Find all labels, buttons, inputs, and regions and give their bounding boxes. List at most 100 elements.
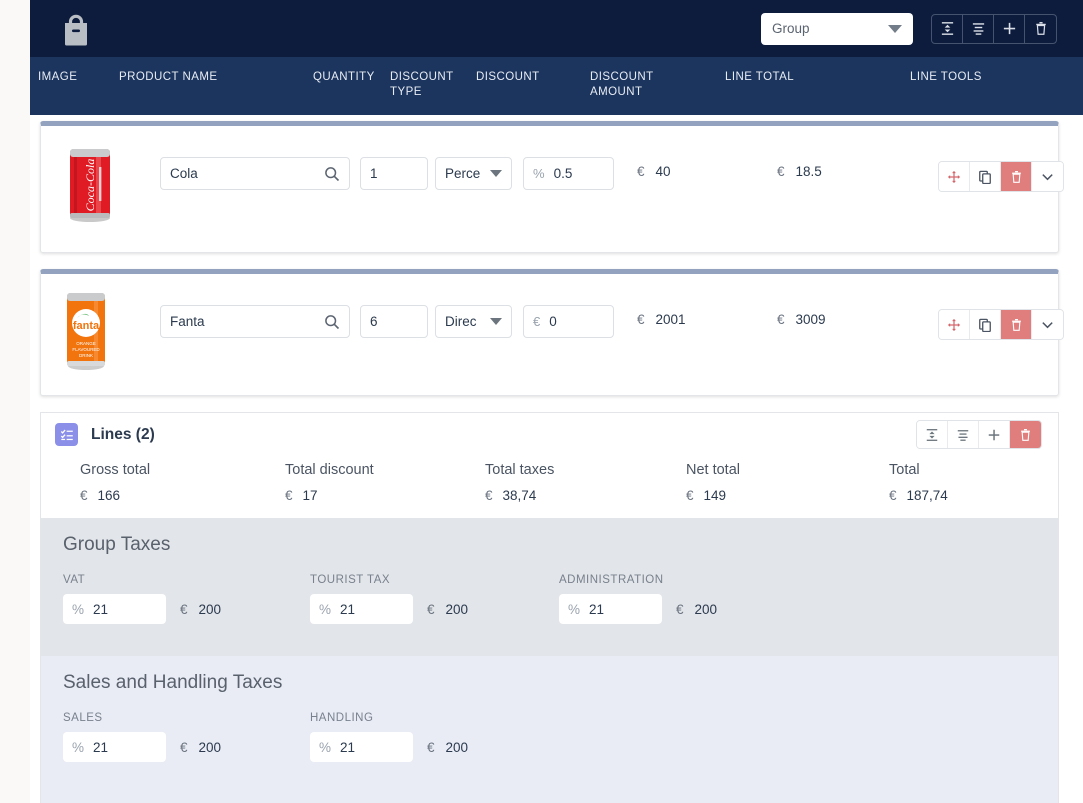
currency-symbol: € [637,164,645,179]
collapse-all-button[interactable] [932,15,963,43]
total-value: 166 [98,488,121,503]
sales-handling-taxes-section: Sales and Handling Taxes SALES % 21 € 20… [40,656,1059,803]
total-value: 187,74 [907,488,948,503]
total-value: 17 [303,488,318,503]
collapse-vertical-icon [925,428,939,442]
total-label: Total [889,462,948,478]
product-name-input[interactable]: Cola [160,157,350,190]
delete-lines-button[interactable] [1025,15,1056,43]
duplicate-line-button[interactable] [970,162,1001,191]
total-label: Gross total [80,462,150,478]
total-amount: € 17 [285,488,374,503]
tax-amount: € 200 [427,740,468,755]
total-net: Net total € 149 [686,462,740,503]
tax-rate-input[interactable]: % 21 [63,594,166,624]
summary-action-buttons [916,420,1042,449]
delete-line-button[interactable] [1001,310,1032,339]
lines-summary-panel: Lines (2) [40,412,1059,803]
svg-text:DRINK: DRINK [79,353,93,358]
chevron-down-icon [888,25,902,33]
total-grand: Total € 187,74 [889,462,948,503]
quantity-input[interactable]: 6 [360,305,428,338]
product-name-input[interactable]: Fanta [160,305,350,338]
top-toolbar-actions: Group [761,13,1057,45]
chevron-down-icon [1040,169,1055,184]
app-page: Group [0,0,1083,803]
line-tools-group [938,161,1064,192]
discount-amount-value: € 2001 [637,312,686,327]
column-header-discount-amount: DISCOUNT AMOUNT [590,70,666,100]
expand-line-button[interactable] [1032,162,1063,191]
copy-icon [978,170,992,184]
column-header-image: IMAGE [38,70,77,85]
tax-amount: € 200 [676,602,717,617]
summary-title: Lines (2) [91,426,155,444]
tax-amount-value: 200 [199,740,222,755]
move-line-button[interactable] [939,310,970,339]
cola-can-image: Coca-Cola [66,143,114,223]
tax-rate-input[interactable]: % 21 [559,594,662,624]
tax-amount-value: 200 [199,602,222,617]
content-area: Group [30,0,1083,803]
tax-amount: € 200 [427,602,468,617]
lines-list: Coca-Cola Cola 1 [30,115,1083,396]
group-taxes-title: Group Taxes [63,534,1058,556]
discount-type-select[interactable]: Perce [435,157,512,190]
chevron-down-icon [490,318,502,325]
top-action-buttons [931,14,1057,44]
tax-item-sales: SALES % 21 € 200 [63,712,221,762]
product-name-value: Fanta [170,314,205,329]
tax-label: ADMINISTRATION [559,574,717,586]
delete-all-lines-button[interactable] [1010,421,1041,448]
collapse-all-lines-button[interactable] [917,421,948,448]
fanta-can-image: fanta ORANGE FLAVOURED DRINK [64,287,108,371]
quantity-input[interactable]: 1 [360,157,428,190]
trash-icon [1019,428,1032,442]
column-header-product-name: PRODUCT NAME [119,70,217,85]
duplicate-line-button[interactable] [970,310,1001,339]
discount-input[interactable]: % 0.5 [523,157,614,190]
add-line-button[interactable] [994,15,1025,43]
summary-header: Lines (2) [40,412,1059,456]
plus-icon [1002,21,1017,36]
align-lines-button[interactable] [948,421,979,448]
currency-symbol: € [285,488,293,503]
line-total-value: € 3009 [777,312,826,327]
discount-input[interactable]: € 0 [523,305,614,338]
group-taxes-row: VAT % 21 € 200 [63,574,1058,634]
tax-rate-input[interactable]: % 21 [310,594,413,624]
discount-amount-value: € 40 [637,164,671,179]
delete-line-button[interactable] [1001,162,1032,191]
group-select[interactable]: Group [761,13,913,45]
total-label: Net total [686,462,740,478]
tax-item-handling: HANDLING % 21 € 200 [310,712,468,762]
align-lines-button[interactable] [963,15,994,43]
currency-symbol: € [80,488,88,503]
sales-taxes-row: SALES % 21 € 200 [63,712,1058,772]
plus-icon [987,428,1001,442]
tax-amount-value: 200 [446,602,469,617]
currency-symbol: € [427,740,435,755]
trash-icon [1010,170,1023,184]
currency-symbol: € [637,312,645,327]
currency-symbol: € [676,602,684,617]
move-icon [947,170,961,184]
discount-type-select[interactable]: Direc [435,305,512,338]
total-value: 38,74 [503,488,537,503]
tax-rate-input[interactable]: % 21 [310,732,413,762]
total-amount: € 187,74 [889,488,948,503]
move-line-button[interactable] [939,162,970,191]
tax-amount: € 200 [180,602,221,617]
svg-text:ORANGE: ORANGE [76,341,96,346]
discount-amount-number: 2001 [656,312,686,327]
tax-rate-input[interactable]: % 21 [63,732,166,762]
total-amount: € 149 [686,488,740,503]
line-total-number: 3009 [796,312,826,327]
quantity-value: 6 [370,314,378,329]
expand-line-button[interactable] [1032,310,1063,339]
table-row[interactable]: fanta ORANGE FLAVOURED DRINK Fanta [40,269,1059,396]
line-thumbnail: Coca-Cola [66,143,134,228]
add-line-button[interactable] [979,421,1010,448]
table-row[interactable]: Coca-Cola Cola 1 [40,121,1059,253]
currency-symbol: € [889,488,897,503]
